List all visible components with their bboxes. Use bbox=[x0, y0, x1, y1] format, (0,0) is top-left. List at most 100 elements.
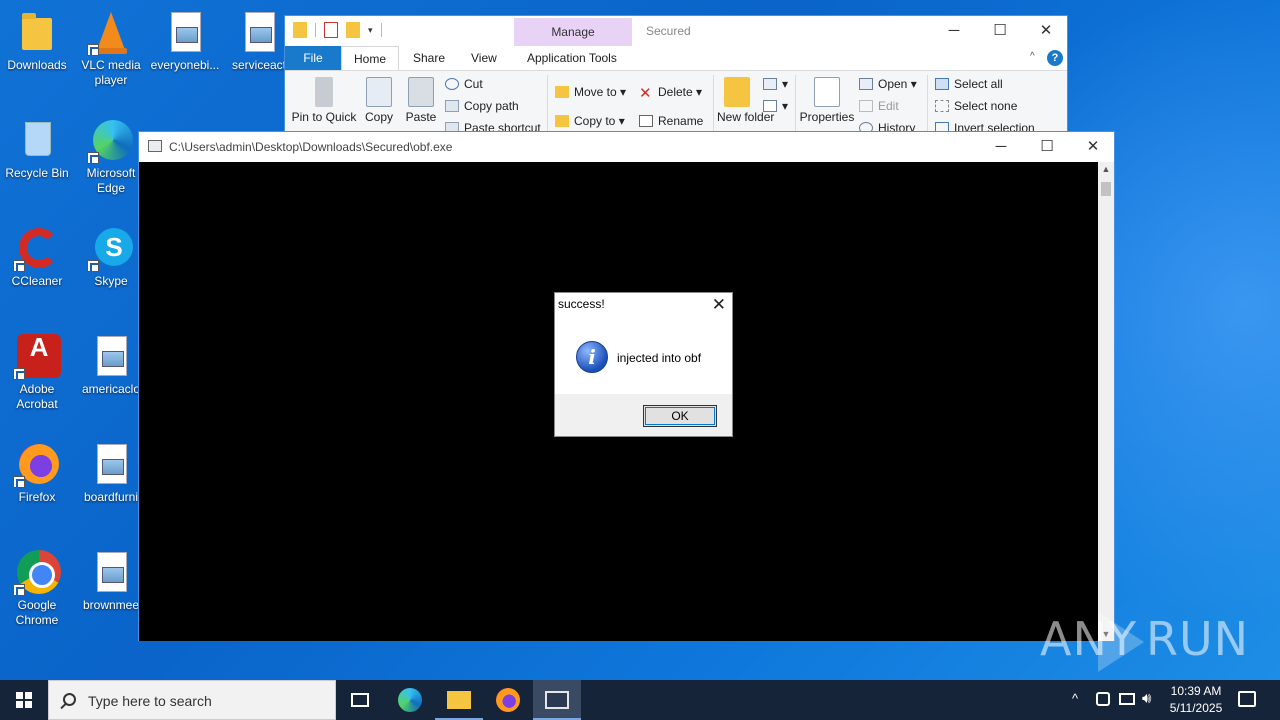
desktop-icon-edge[interactable]: Microsoft Edge bbox=[74, 116, 148, 196]
copy-path-icon bbox=[445, 100, 459, 112]
select-all-button[interactable]: Select all bbox=[935, 77, 1003, 91]
dialog-title: success! bbox=[558, 297, 605, 311]
new-item-icon bbox=[763, 78, 777, 90]
move-to-button[interactable]: Move to ▾ bbox=[555, 85, 626, 99]
close-button[interactable]: ✕ bbox=[1023, 16, 1069, 46]
system-clock[interactable]: 10:39 AM 5/11/2025 bbox=[1160, 683, 1232, 717]
desktop-icon-label: boardfurni bbox=[83, 490, 139, 504]
open-icon bbox=[859, 78, 873, 90]
desktop-icon-label: americaclo bbox=[81, 382, 141, 396]
easy-access-icon bbox=[763, 100, 777, 112]
desktop-icon-skype[interactable]: S Skype bbox=[74, 224, 148, 289]
taskbar-firefox[interactable] bbox=[484, 680, 532, 720]
select-none-icon bbox=[935, 100, 949, 112]
ok-button[interactable]: OK bbox=[643, 405, 717, 427]
properties-check-icon[interactable] bbox=[324, 22, 338, 38]
open-button[interactable]: Open ▾ bbox=[859, 77, 917, 91]
desktop-icon-google-chrome[interactable]: Google Chrome bbox=[0, 548, 74, 628]
scroll-up-arrow-icon[interactable]: ▲ bbox=[1098, 164, 1114, 174]
desktop-icon-brownmee[interactable]: brownmee bbox=[74, 548, 148, 613]
edit-button[interactable]: Edit bbox=[859, 99, 899, 113]
image-file-icon bbox=[171, 12, 201, 52]
collapse-ribbon-icon[interactable]: ^ bbox=[1030, 51, 1035, 62]
edit-pencil-icon bbox=[859, 100, 873, 112]
delete-x-icon: ✕ bbox=[639, 85, 652, 102]
search-icon bbox=[63, 693, 76, 706]
tab-manage[interactable]: Manage bbox=[514, 18, 632, 46]
folder-icon bbox=[22, 13, 52, 50]
desktop-icon-ccleaner[interactable]: CCleaner bbox=[0, 224, 74, 289]
desktop-icon-downloads[interactable]: Downloads bbox=[0, 8, 74, 73]
console-title-bar[interactable]: C:\Users\admin\Desktop\Downloads\Secured… bbox=[139, 132, 1114, 162]
desktop-icon-firefox[interactable]: Firefox bbox=[0, 440, 74, 505]
customize-toolbar-dropdown-icon[interactable]: ▾ bbox=[368, 25, 373, 36]
console-app-icon bbox=[545, 691, 569, 709]
pin-label: Pin to Quick bbox=[291, 110, 357, 124]
maximize-button[interactable]: ☐ bbox=[977, 16, 1023, 46]
select-none-button[interactable]: Select none bbox=[935, 99, 1017, 113]
tab-home[interactable]: Home bbox=[341, 46, 400, 70]
start-button[interactable] bbox=[0, 680, 48, 720]
shortcut-arrow-icon bbox=[87, 152, 99, 164]
shortcut-arrow-icon bbox=[13, 260, 25, 272]
volume-icon[interactable]: 🔊︎ bbox=[1142, 690, 1151, 720]
properties-button[interactable]: Properties bbox=[799, 71, 855, 124]
rename-button[interactable]: Rename bbox=[639, 114, 703, 128]
desktop-icon-adobe-acrobat[interactable]: Adobe Acrobat bbox=[0, 332, 74, 412]
show-hidden-icons-chevron-icon[interactable]: ^ bbox=[1072, 691, 1078, 720]
tab-share[interactable]: Share bbox=[401, 46, 457, 70]
copy-path-label: Copy path bbox=[464, 99, 519, 113]
minimize-button[interactable]: ─ bbox=[978, 132, 1024, 162]
desktop-icon-label: Downloads bbox=[7, 58, 67, 72]
recycle-bin-icon bbox=[25, 122, 51, 156]
move-to-label: Move to bbox=[574, 85, 617, 99]
new-item-button[interactable]: ▾ bbox=[763, 77, 788, 91]
taskbar-edge[interactable] bbox=[386, 680, 434, 720]
skype-icon: S bbox=[95, 228, 133, 266]
scroll-thumb[interactable] bbox=[1101, 182, 1111, 196]
taskbar-search-box[interactable]: Type here to search bbox=[48, 680, 336, 720]
paste-button[interactable]: Paste bbox=[401, 71, 441, 124]
desktop-icon-label: Microsoft Edge bbox=[86, 166, 136, 195]
network-icon[interactable] bbox=[1119, 693, 1135, 705]
meet-now-icon[interactable] bbox=[1096, 692, 1110, 706]
notifications-icon[interactable] bbox=[1238, 691, 1256, 707]
pin-icon bbox=[315, 77, 333, 107]
select-all-icon bbox=[935, 78, 949, 90]
easy-access-button[interactable]: ▾ bbox=[763, 99, 788, 113]
minimize-button[interactable]: ─ bbox=[931, 16, 977, 46]
desktop-icon-recycle-bin[interactable]: Recycle Bin bbox=[0, 116, 74, 181]
properties-check-icon bbox=[814, 77, 840, 107]
rename-label: Rename bbox=[658, 114, 704, 128]
desktop-icon-vlc[interactable]: VLC media player bbox=[74, 8, 148, 88]
message-box-dialog[interactable]: success! ✕ i injected into obf OK bbox=[554, 292, 733, 437]
tab-file[interactable]: File bbox=[285, 46, 341, 70]
task-view-button[interactable] bbox=[336, 680, 384, 720]
clock-time: 10:39 AM bbox=[1170, 684, 1222, 698]
desktop-icon-americaclo[interactable]: americaclo bbox=[74, 332, 148, 397]
tab-application-tools[interactable]: Application Tools bbox=[515, 46, 629, 70]
explorer-title-bar[interactable]: ▾ Manage Secured ─ ☐ ✕ bbox=[285, 16, 1067, 46]
copy-button[interactable]: Copy bbox=[359, 71, 399, 124]
vertical-scrollbar[interactable]: ▲ ▼ bbox=[1098, 162, 1114, 641]
file-explorer-window[interactable]: ▾ Manage Secured ─ ☐ ✕ File Home Share V… bbox=[284, 15, 1068, 140]
pin-to-quick-access-button[interactable]: Pin to Quick bbox=[291, 71, 357, 124]
copy-to-button[interactable]: Copy to ▾ bbox=[555, 114, 625, 128]
close-icon[interactable]: ✕ bbox=[712, 295, 726, 315]
taskbar-file-explorer[interactable] bbox=[435, 680, 483, 720]
close-button[interactable]: ✕ bbox=[1070, 132, 1116, 162]
ccleaner-icon bbox=[19, 228, 59, 268]
new-folder-icon[interactable] bbox=[346, 22, 360, 38]
help-icon[interactable]: ? bbox=[1047, 50, 1063, 66]
new-folder-button[interactable]: New folder bbox=[717, 71, 774, 124]
maximize-button[interactable]: ☐ bbox=[1024, 132, 1070, 162]
cut-button[interactable]: Cut bbox=[445, 77, 483, 91]
desktop-icon-everyonebi[interactable]: everyonebi... bbox=[148, 8, 222, 73]
tab-view[interactable]: View bbox=[459, 46, 509, 70]
desktop-icon-boardfurni[interactable]: boardfurni bbox=[74, 440, 148, 505]
ribbon-separator bbox=[713, 75, 714, 137]
delete-button[interactable]: ✕ Delete ▾ bbox=[639, 85, 702, 102]
open-label: Open bbox=[878, 77, 908, 91]
copy-path-button[interactable]: Copy path bbox=[445, 99, 519, 113]
taskbar-console-app[interactable] bbox=[533, 680, 581, 720]
